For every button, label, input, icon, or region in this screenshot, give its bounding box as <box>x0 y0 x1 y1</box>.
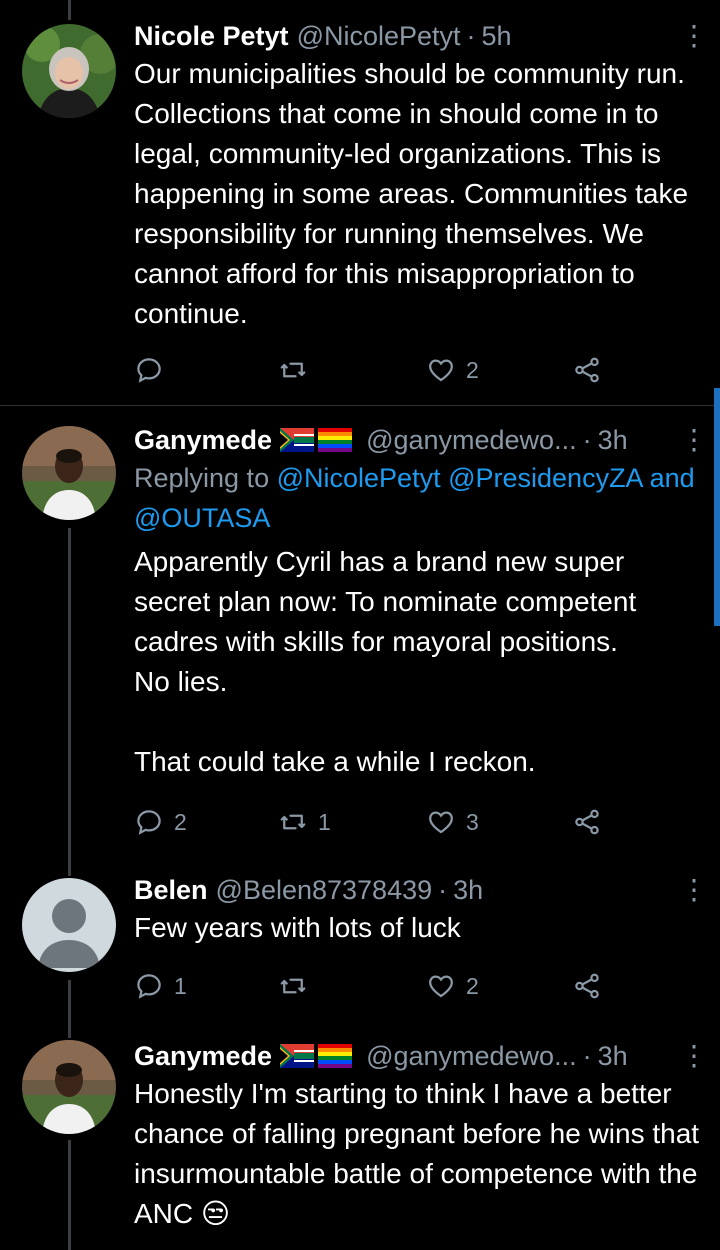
rainbow-flag-icon <box>318 1044 353 1068</box>
reply-button[interactable] <box>134 350 174 390</box>
share-button[interactable] <box>572 802 602 842</box>
author-handle[interactable]: @Belen87378439 <box>216 872 433 908</box>
reply-count: 1 <box>174 972 187 999</box>
flag-emojis <box>280 428 353 452</box>
share-icon <box>575 357 599 383</box>
heart-icon <box>429 975 453 998</box>
share-icon <box>575 809 599 835</box>
author-handle[interactable]: @ganymedewo... <box>366 1038 577 1074</box>
separator: · <box>466 21 476 51</box>
author-handle[interactable]: @ganymedewo... <box>366 422 577 458</box>
like-count: 3 <box>466 808 479 835</box>
share-button[interactable] <box>572 350 602 390</box>
heart-icon <box>429 811 453 834</box>
mention-link[interactable]: @OUTASA <box>134 503 270 533</box>
replying-to: Replying to @NicolePetyt @PresidencyZA a… <box>134 458 700 538</box>
share-button[interactable] <box>572 966 602 1006</box>
reply-button[interactable]: 1 <box>134 966 187 1006</box>
tweet-text: Apparently Cyril has a brand new super s… <box>134 546 637 777</box>
separator: · <box>582 425 592 455</box>
tweet[interactable]: Ganymede @ganymedewo... · 3h <box>0 406 720 856</box>
more-options-icon[interactable]: ⋮ <box>680 18 708 54</box>
reply-button[interactable]: 2 <box>134 802 187 842</box>
avatar[interactable] <box>22 24 116 118</box>
retweet-icon <box>280 362 306 378</box>
reply-count: 2 <box>174 808 187 835</box>
author-name[interactable]: Nicole Petyt <box>134 18 289 54</box>
more-options-icon[interactable]: ⋮ <box>680 1038 708 1074</box>
reply-icon <box>137 810 161 835</box>
default-avatar-icon[interactable] <box>22 878 116 972</box>
tweet[interactable]: Nicole Petyt @NicolePetyt · 5h ⋮ Our mun… <box>0 0 720 405</box>
more-options-icon[interactable]: ⋮ <box>680 422 708 458</box>
mention-link[interactable]: @NicolePetyt <box>277 463 441 493</box>
like-count: 2 <box>466 356 479 383</box>
heart-icon <box>429 359 453 382</box>
like-count: 2 <box>466 972 479 999</box>
more-options-icon[interactable]: ⋮ <box>680 872 708 908</box>
timestamp[interactable]: 5h <box>482 18 512 54</box>
author-handle[interactable]: @NicolePetyt <box>297 18 461 54</box>
separator: · <box>582 1041 592 1071</box>
avatar[interactable] <box>22 1040 116 1134</box>
replying-prefix: Replying to <box>134 463 270 493</box>
mention-link[interactable]: @PresidencyZA <box>448 463 642 493</box>
timestamp[interactable]: 3h <box>598 1038 628 1074</box>
retweet-icon <box>280 978 306 994</box>
author-name[interactable]: Ganymede <box>134 422 272 458</box>
like-button[interactable]: 2 <box>426 966 479 1006</box>
south-africa-flag-icon <box>280 428 315 452</box>
retweet-button[interactable] <box>278 966 318 1006</box>
author-name[interactable]: Belen <box>134 872 208 908</box>
reply-icon <box>137 358 161 383</box>
south-africa-flag-icon <box>280 1044 315 1068</box>
like-button[interactable]: 2 <box>426 350 479 390</box>
retweet-button[interactable] <box>278 350 318 390</box>
reply-icon <box>137 974 161 999</box>
timestamp[interactable]: 3h <box>453 872 483 908</box>
retweet-icon <box>280 814 306 830</box>
like-button[interactable]: 3 <box>426 802 479 842</box>
tweet-text: Few years with lots of luck <box>134 912 461 943</box>
avatar[interactable] <box>22 426 116 520</box>
retweet-button[interactable]: 1 <box>278 802 331 842</box>
flag-emojis <box>280 1044 353 1068</box>
tweet-text: Our municipalities should be community r… <box>134 58 696 329</box>
tweet[interactable]: Belen @Belen87378439 · 3h ⋮ Few years wi… <box>0 870 720 1020</box>
timestamp[interactable]: 3h <box>598 422 628 458</box>
rainbow-flag-icon <box>318 428 353 452</box>
separator: · <box>438 875 448 905</box>
mention-and[interactable]: and <box>650 463 695 493</box>
share-icon <box>575 973 599 999</box>
tweet[interactable]: Ganymede @ganymedewo... · 3h <box>0 1036 720 1250</box>
tweet-text: Honestly I'm starting to think I have a … <box>134 1078 707 1229</box>
author-name[interactable]: Ganymede <box>134 1038 272 1074</box>
retweet-count: 1 <box>318 808 331 835</box>
